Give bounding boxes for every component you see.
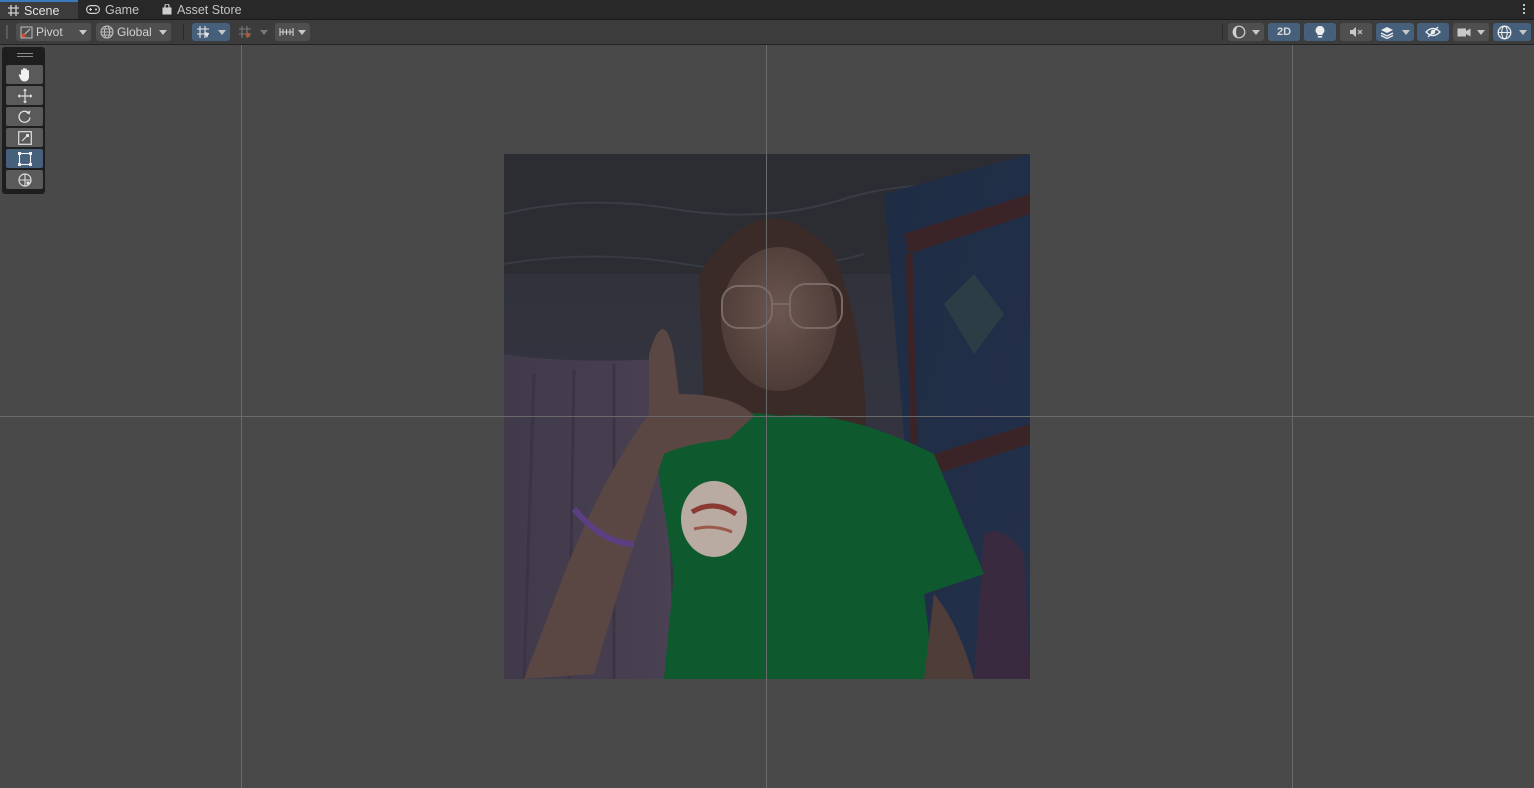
chevron-down-icon — [79, 29, 87, 35]
palette-grip — [17, 53, 33, 54]
increment-snap-button[interactable] — [234, 23, 272, 41]
gizmos-sphere-icon — [1497, 25, 1512, 39]
hash-grid-icon — [8, 5, 19, 16]
scale-tool-button[interactable] — [6, 128, 43, 147]
more-options-icon[interactable] — [1522, 2, 1526, 16]
chevron-down-icon — [1477, 29, 1485, 35]
scene-toolbar: Pivot Global 2D — [0, 20, 1534, 45]
chevron-down-icon — [218, 29, 226, 35]
globe-icon — [100, 25, 114, 39]
toolbar-separator — [1222, 24, 1223, 40]
grid-snapping-button[interactable] — [192, 23, 230, 41]
light-bulb-icon — [1315, 25, 1325, 38]
tool-palette — [2, 47, 45, 194]
toolbar-grip — [6, 25, 8, 39]
toolbar-separator — [183, 24, 184, 40]
palette-grip — [17, 56, 33, 57]
ruler-icon — [279, 28, 294, 36]
tab-label: Scene — [24, 3, 60, 18]
lighting-toggle-button[interactable] — [1304, 23, 1336, 41]
grid-line-horizontal-center — [0, 416, 1534, 417]
shaded-sphere-icon — [1232, 25, 1246, 39]
shading-mode-dropdown[interactable] — [1228, 23, 1264, 41]
rotate-tool-button[interactable] — [6, 107, 43, 126]
camera-icon — [1457, 28, 1471, 36]
pivot-dropdown[interactable]: Pivot — [16, 23, 91, 41]
chevron-down-icon — [1252, 29, 1260, 35]
tab-label: Asset Store — [177, 2, 242, 17]
global-label: Global — [117, 25, 152, 39]
chevron-down-icon — [1402, 29, 1410, 35]
chevron-down-icon — [298, 29, 306, 35]
rect-transform-icon — [17, 151, 32, 166]
pivot-icon — [20, 26, 33, 38]
move-tool-button[interactable] — [6, 86, 43, 105]
audio-muted-icon — [1350, 27, 1363, 37]
chevron-down-icon — [1519, 29, 1527, 35]
mode-2d-label: 2D — [1276, 26, 1292, 38]
gizmos-dropdown[interactable] — [1493, 23, 1531, 41]
chevron-down-icon — [159, 29, 167, 35]
effects-dropdown[interactable] — [1376, 23, 1414, 41]
chevron-down-icon — [260, 29, 268, 35]
tab-label: Game — [105, 2, 140, 17]
effects-layers-icon — [1380, 26, 1394, 39]
gamepad-icon — [86, 5, 100, 14]
tab-scene[interactable]: Scene — [0, 0, 78, 19]
shopping-bag-icon — [162, 4, 172, 15]
toggle-2d-button[interactable]: 2D — [1268, 23, 1300, 41]
ruler-snap-button[interactable] — [275, 23, 310, 41]
transform-tool-button[interactable] — [6, 170, 43, 189]
tab-game[interactable]: Game — [78, 0, 148, 19]
scale-icon — [17, 130, 32, 145]
rect-tool-button[interactable] — [6, 149, 43, 168]
move-arrows-icon — [17, 88, 32, 103]
tab-asset-store[interactable]: Asset Store — [154, 0, 254, 19]
rotate-icon — [18, 110, 31, 123]
global-dropdown[interactable]: Global — [96, 23, 171, 41]
increment-snap-icon — [239, 26, 251, 38]
audio-toggle-button[interactable] — [1340, 23, 1372, 41]
pivot-label: Pivot — [36, 25, 63, 39]
camera-settings-dropdown[interactable] — [1453, 23, 1489, 41]
transform-combined-icon — [17, 172, 32, 187]
eye-hidden-icon — [1425, 26, 1441, 38]
grid-snap-icon — [197, 26, 209, 38]
tab-bar: Scene Game Asset Store — [0, 0, 1534, 20]
hand-tool-button[interactable] — [6, 65, 43, 84]
scene-visibility-button[interactable] — [1417, 23, 1449, 41]
hand-icon — [18, 68, 29, 82]
